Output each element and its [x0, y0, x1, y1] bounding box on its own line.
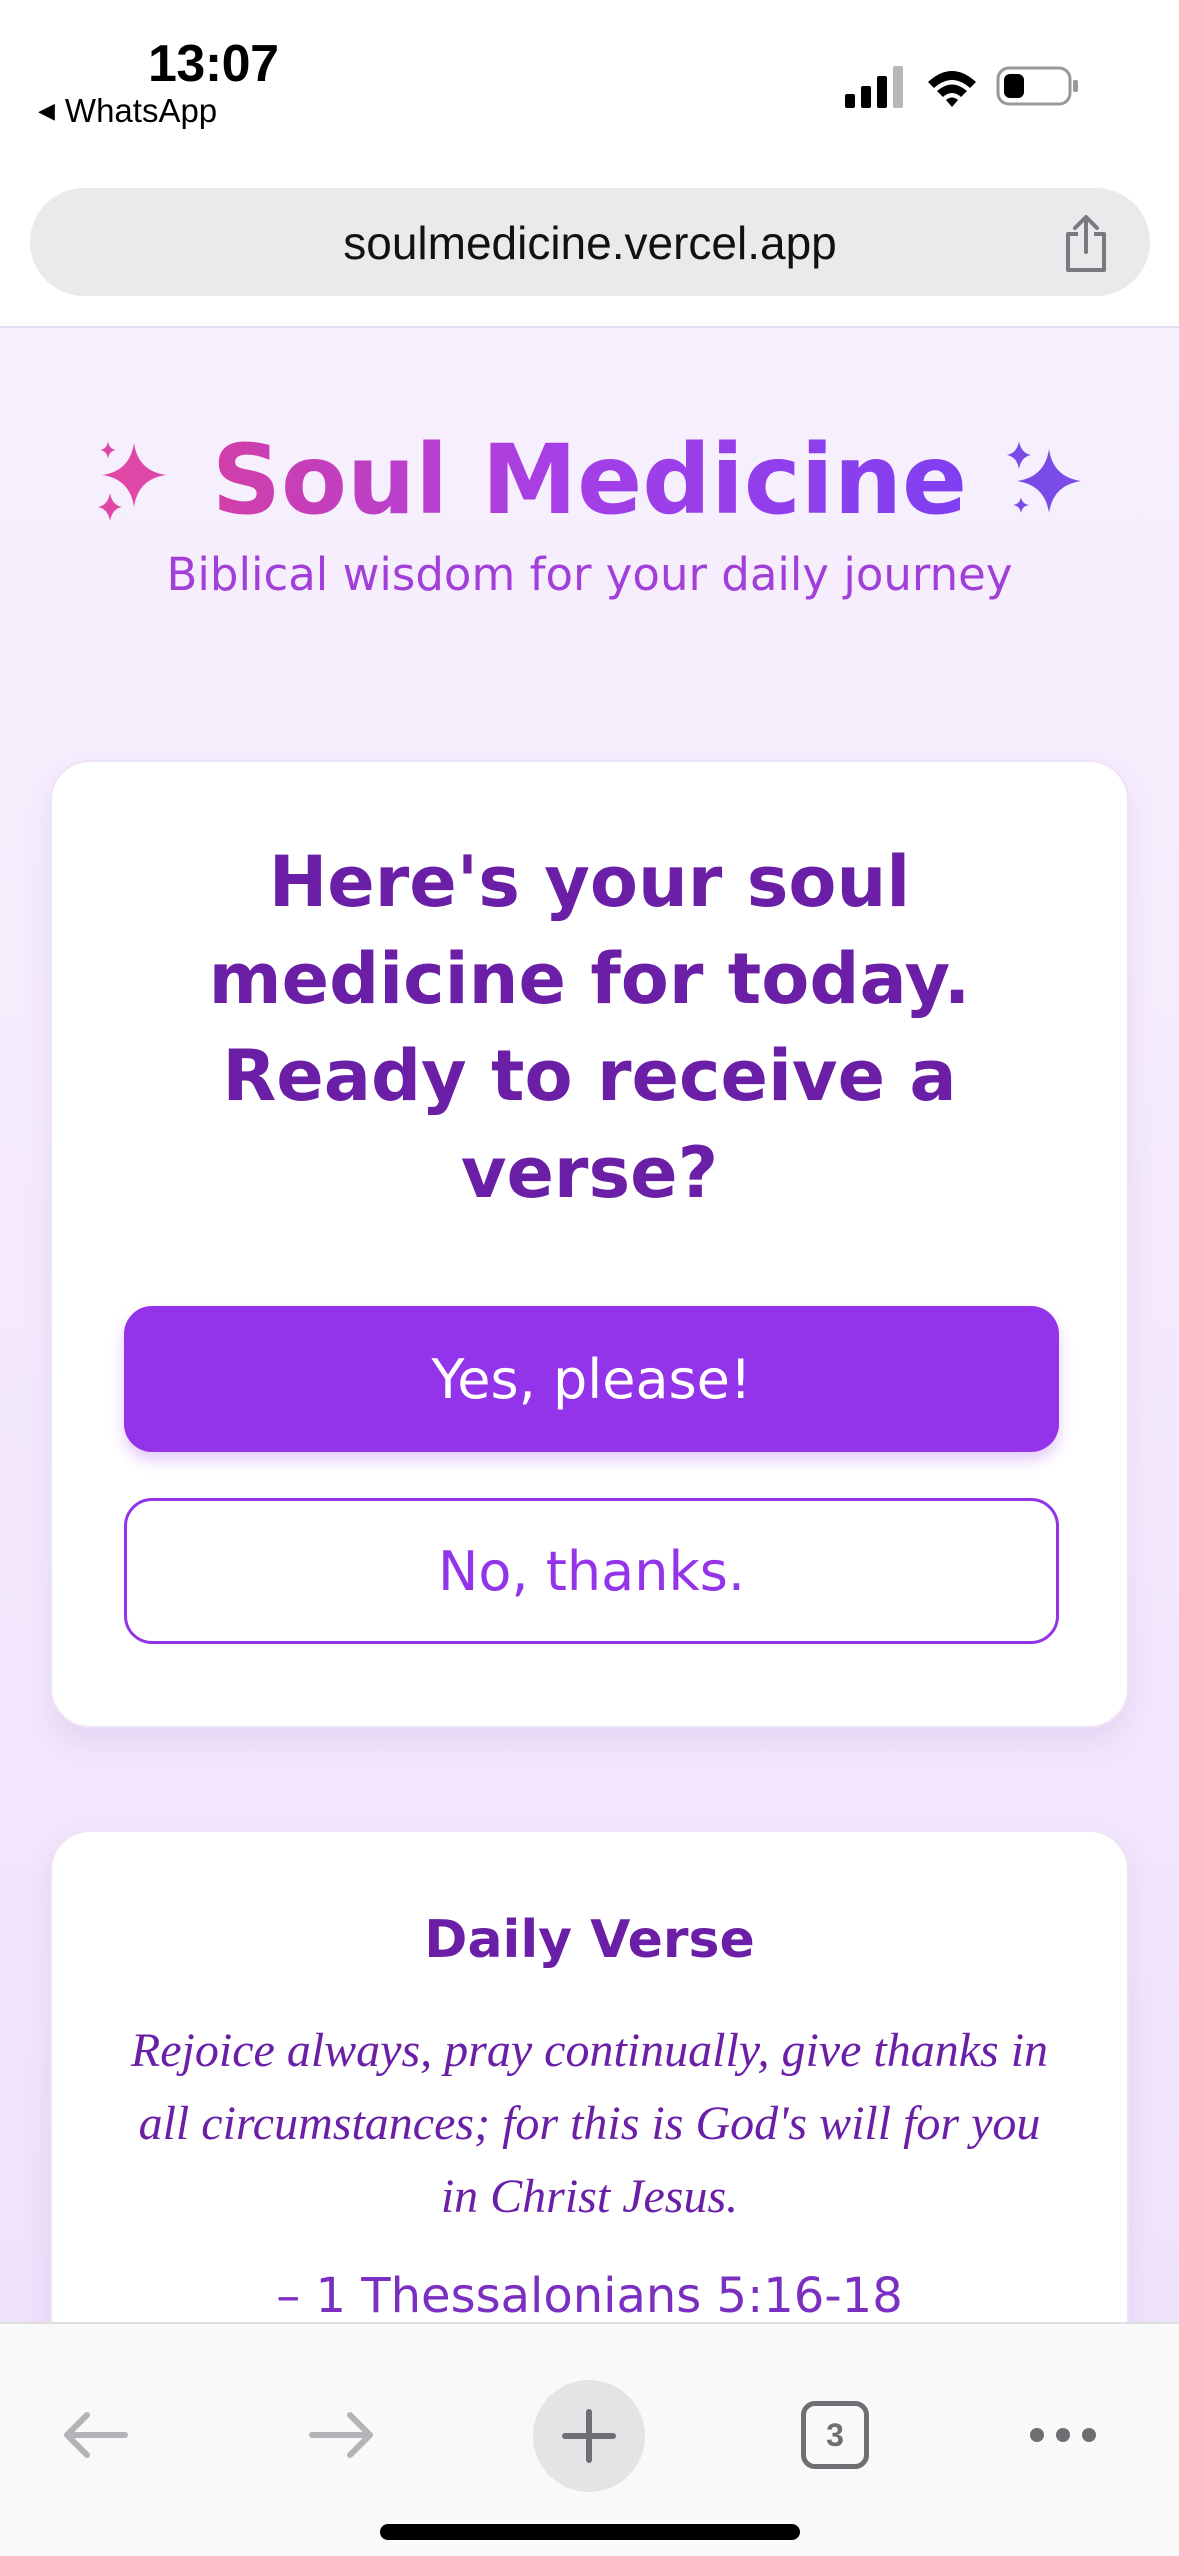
home-indicator	[380, 2524, 800, 2540]
sparkles-icon	[97, 441, 166, 521]
site-title: Soul Medicine	[0, 424, 1179, 536]
back-arrow-icon	[64, 2412, 128, 2458]
daily-verse-heading: Daily Verse	[424, 1910, 755, 1970]
yes-please-button[interactable]: Yes, please!	[124, 1306, 1059, 1452]
back-to-app-link[interactable]: ◀ WhatsApp	[38, 92, 217, 130]
cellular-signal-icon	[845, 66, 903, 108]
tagline: Biblical wisdom for your daily journey	[166, 548, 1013, 601]
sparkles-icon	[1007, 441, 1082, 513]
back-button[interactable]	[40, 2380, 150, 2490]
tabs-icon: 3	[801, 2401, 869, 2469]
forward-arrow-icon	[309, 2412, 373, 2458]
daily-verse-card: Daily Verse Rejoice always, pray continu…	[50, 1830, 1129, 2326]
prompt-question: Here's your soul medicine for today. Rea…	[208, 841, 971, 1214]
verse-text: Rejoice always, pray continually, give t…	[130, 2024, 1049, 2223]
verse-reference: – 1 Thessalonians 5:16-18	[276, 2268, 903, 2324]
share-icon[interactable]	[1060, 214, 1112, 274]
status-time: 13:07	[148, 35, 279, 93]
forward-button[interactable]	[287, 2380, 397, 2490]
new-tab-button[interactable]	[533, 2380, 645, 2492]
no-thanks-button[interactable]: No, thanks.	[124, 1498, 1059, 1644]
status-bar: 13:07 ◀ WhatsApp	[0, 0, 1179, 140]
url-text[interactable]: soulmedicine.vercel.app	[30, 216, 1150, 270]
prompt-card: Here's your soul medicine for today. Rea…	[50, 760, 1129, 1728]
wifi-icon	[928, 71, 976, 107]
more-button[interactable]	[1008, 2380, 1118, 2490]
browser-toolbar: 3	[0, 2322, 1179, 2556]
address-bar[interactable]: soulmedicine.vercel.app	[30, 188, 1150, 296]
web-page: Soul Medicine Biblical wisdom for your d…	[0, 326, 1179, 2326]
back-app-label: WhatsApp	[64, 92, 218, 129]
site-title-text: Soul Medicine	[211, 424, 968, 536]
battery-icon	[996, 66, 1078, 106]
more-icon	[1030, 2428, 1096, 2442]
tabs-button[interactable]: 3	[780, 2380, 890, 2490]
new-tab-plus-icon	[562, 2409, 616, 2463]
back-triangle-icon: ◀	[38, 98, 55, 123]
